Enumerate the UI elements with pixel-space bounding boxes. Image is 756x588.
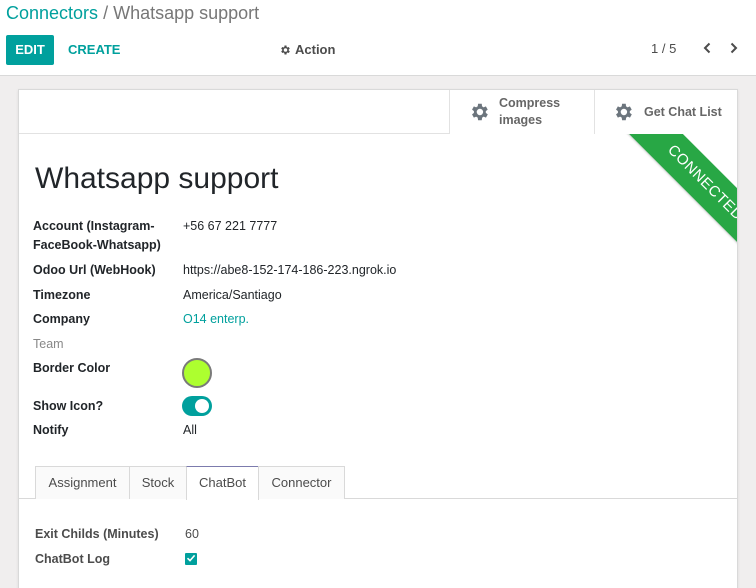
pager-previous-button[interactable] (696, 39, 718, 61)
account-label-line1: Account (Instagram- (33, 219, 155, 233)
border-color-swatch[interactable] (182, 358, 212, 388)
breadcrumb-parent-link[interactable]: Connectors (6, 3, 98, 23)
form-sheet: Compress images Get Chat List CONNECTED … (18, 89, 738, 588)
tab-connector[interactable]: Connector (258, 466, 345, 499)
breadcrumb-separator: / (103, 3, 109, 23)
company-link[interactable]: O14 enterp. (183, 310, 249, 329)
tab-stock[interactable]: Stock (129, 466, 187, 499)
exit-childs-label: Exit Childs (Minutes) (35, 527, 159, 541)
record-title[interactable]: Whatsapp support (35, 162, 278, 196)
gear-icon (279, 44, 291, 56)
status-ribbon: CONNECTED (598, 134, 737, 275)
button-box: Compress images Get Chat List (19, 90, 737, 134)
create-button[interactable]: CREATE (62, 35, 126, 65)
chevron-right-icon (729, 41, 739, 59)
tab-assignment[interactable]: Assignment (35, 466, 130, 499)
compress-images-button[interactable]: Compress images (449, 90, 594, 134)
toggle-knob (195, 399, 209, 413)
show-icon-toggle[interactable] (182, 396, 212, 416)
pager-next-button[interactable] (723, 39, 745, 61)
compress-images-label: Compress images (499, 96, 561, 127)
pager-value[interactable]: 1 / 5 (651, 35, 676, 65)
timezone-label: Timezone (33, 288, 91, 302)
notify-value[interactable]: All (183, 421, 197, 440)
odoo-url-value[interactable]: https://abe8-152-174-186-223.ngrok.io (183, 261, 396, 280)
gear-icon (611, 100, 635, 124)
breadcrumb-current: Whatsapp support (113, 3, 260, 23)
notify-label: Notify (33, 423, 69, 437)
chatbot-log-checkbox[interactable] (185, 553, 197, 565)
breadcrumb: Connectors / Whatsapp support (6, 3, 259, 24)
notebook-tabs: Assignment Stock ChatBot Connector (19, 466, 737, 500)
company-label: Company (33, 312, 90, 326)
account-value[interactable]: +56 67 221 7777 (183, 217, 277, 236)
gear-icon (467, 100, 491, 124)
status-ribbon-label: CONNECTED (617, 134, 737, 271)
odoo-url-label: Odoo Url (WebHook) (33, 263, 156, 277)
action-label: Action (295, 42, 336, 57)
chatbot-log-label: ChatBot Log (35, 552, 110, 566)
show-icon-label: Show Icon? (33, 399, 104, 413)
chevron-left-icon (702, 41, 712, 59)
action-dropdown[interactable]: Action (279, 35, 335, 65)
team-label: Team (33, 337, 64, 351)
exit-childs-value[interactable]: 60 (185, 525, 199, 544)
get-chat-list-button[interactable]: Get Chat List (594, 90, 737, 134)
check-icon (186, 550, 196, 568)
account-label-line2: FaceBook-Whatsapp) (33, 238, 161, 252)
edit-button[interactable]: EDIT (6, 35, 54, 65)
control-panel: Connectors / Whatsapp support EDIT CREATE … (0, 0, 756, 76)
tab-chatbot[interactable]: ChatBot (186, 466, 259, 500)
timezone-value[interactable]: America/Santiago (183, 286, 282, 305)
get-chat-list-label: Get Chat List (644, 105, 722, 119)
border-color-label: Border Color (33, 361, 111, 375)
